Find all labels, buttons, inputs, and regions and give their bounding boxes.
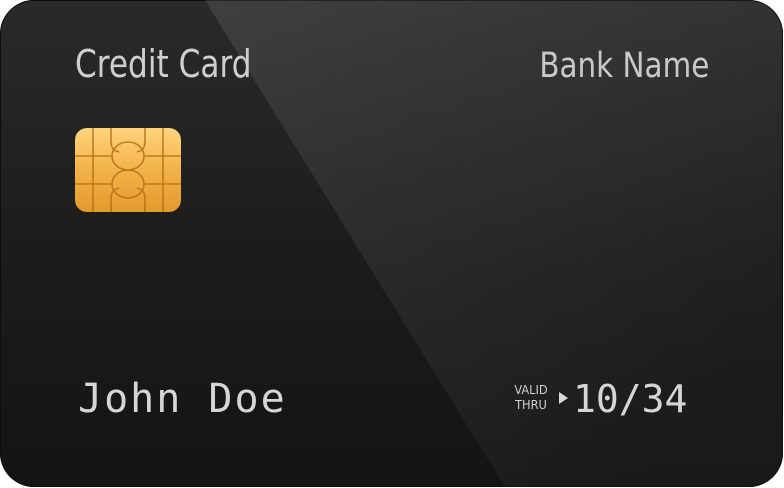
- credit-card: Credit Card Bank Name John Doe VALID THR…: [0, 0, 783, 487]
- cardholder-name: John Doe: [78, 376, 287, 422]
- valid-label-line1: VALID: [514, 383, 548, 397]
- card-title: Credit Card: [75, 42, 252, 86]
- expiry-date: 10/34: [573, 377, 688, 421]
- triangle-right-icon: [559, 392, 568, 404]
- emv-chip-icon: [75, 128, 181, 212]
- valid-label-line2: THRU: [515, 398, 547, 412]
- bank-name: Bank Name: [539, 46, 709, 86]
- valid-thru-label: VALID THRU: [509, 383, 553, 413]
